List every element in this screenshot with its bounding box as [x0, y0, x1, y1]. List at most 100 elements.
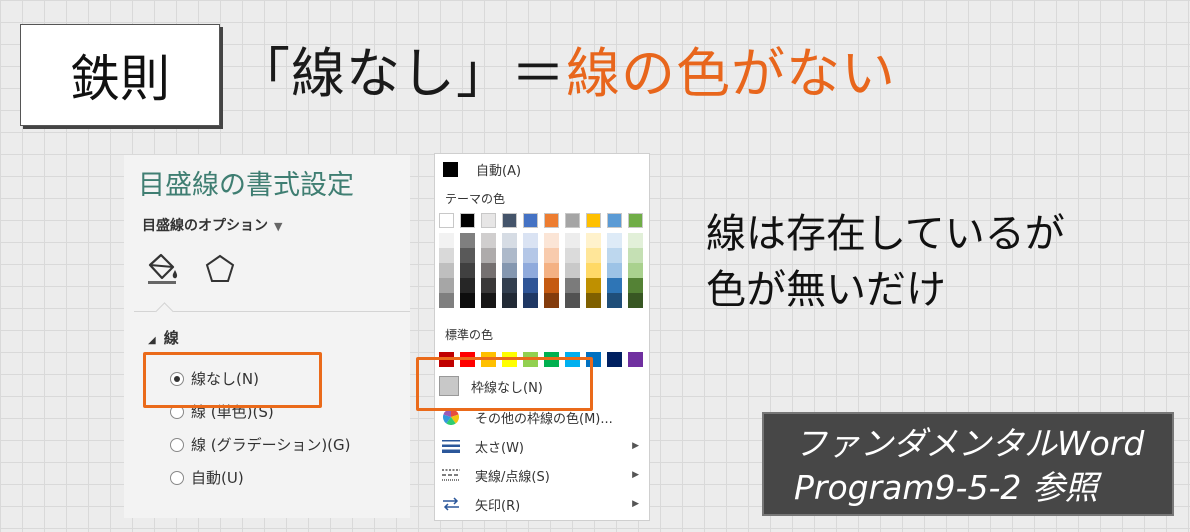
theme-color-column: [481, 213, 496, 308]
theme-shade-swatch[interactable]: [523, 278, 538, 293]
theme-shade-swatch[interactable]: [628, 293, 643, 308]
standard-color-swatch[interactable]: [628, 352, 643, 367]
theme-shade-swatch[interactable]: [565, 293, 580, 308]
line-section-label: 線: [163, 329, 179, 347]
theme-shade-swatch[interactable]: [439, 293, 454, 308]
theme-shade-swatch[interactable]: [565, 263, 580, 278]
theme-shade-swatch[interactable]: [502, 248, 517, 263]
theme-shade-swatch[interactable]: [502, 263, 517, 278]
pane-divider: [134, 311, 410, 312]
pane-tab-pointer: [155, 302, 174, 321]
menu-item-weight[interactable]: 太さ(W) ▶: [441, 435, 643, 457]
radio-gradient-line-label: 線 (グラデーション)(G): [191, 436, 351, 454]
theme-shade-swatch[interactable]: [586, 278, 601, 293]
theme-color-swatch[interactable]: [460, 213, 475, 228]
theme-shade-swatch[interactable]: [628, 278, 643, 293]
theme-color-swatch[interactable]: [544, 213, 559, 228]
radio-gradient-line[interactable]: 線 (グラデーション)(G): [170, 434, 351, 455]
reference-box: ファンダメンタルWord Program9-5-2 参照: [762, 412, 1174, 516]
radio-indicator: [170, 470, 184, 485]
automatic-label: 自動(A): [476, 164, 522, 179]
theme-color-swatch[interactable]: [439, 213, 454, 228]
dash-label: 実線/点線(S): [475, 469, 550, 485]
theme-shade-swatch[interactable]: [544, 233, 559, 248]
theme-shade-swatch[interactable]: [628, 233, 643, 248]
theme-color-swatch[interactable]: [607, 213, 622, 228]
theme-color-column: [460, 213, 475, 308]
theme-shade-swatch[interactable]: [460, 278, 475, 293]
theme-color-column: [628, 213, 643, 308]
note-line-1: 線は存在しているが: [706, 211, 1065, 257]
theme-shade-swatch[interactable]: [439, 248, 454, 263]
dash-style-icon: [442, 469, 460, 481]
paint-bucket-icon[interactable]: [144, 251, 182, 285]
theme-shade-swatch[interactable]: [523, 248, 538, 263]
standard-color-swatch[interactable]: [607, 352, 622, 367]
theme-shade-swatch[interactable]: [502, 233, 517, 248]
theme-shade-swatch[interactable]: [628, 248, 643, 263]
theme-shade-swatch[interactable]: [544, 248, 559, 263]
standard-colors-label: 標準の色: [445, 328, 494, 342]
theme-shade-swatch[interactable]: [544, 278, 559, 293]
explanation-note: 線は存在しているが 色が無いだけ: [706, 206, 1065, 318]
menu-item-arrow[interactable]: 矢印(R) ▶: [441, 493, 643, 515]
theme-shade-swatch[interactable]: [607, 233, 622, 248]
theme-shade-swatch[interactable]: [586, 263, 601, 278]
theme-shade-swatch[interactable]: [481, 263, 496, 278]
menu-item-dash[interactable]: 実線/点線(S) ▶: [441, 464, 643, 486]
highlight-no-line: [143, 352, 322, 408]
theme-shade-swatch[interactable]: [481, 248, 496, 263]
theme-shade-swatch[interactable]: [460, 248, 475, 263]
theme-color-swatch[interactable]: [565, 213, 580, 228]
theme-shade-swatch[interactable]: [481, 233, 496, 248]
theme-shade-swatch[interactable]: [586, 233, 601, 248]
theme-shade-swatch[interactable]: [565, 248, 580, 263]
menu-item-automatic[interactable]: 自動(A): [443, 160, 521, 179]
theme-shade-swatch[interactable]: [439, 278, 454, 293]
theme-color-swatch[interactable]: [628, 213, 643, 228]
radio-indicator: [170, 437, 184, 452]
color-wheel-icon: [443, 409, 459, 425]
theme-shade-swatch[interactable]: [607, 293, 622, 308]
theme-color-swatch[interactable]: [502, 213, 517, 228]
border-color-menu: 自動(A) テーマの色 標準の色 枠線なし(N) その他の枠線の色(M)... …: [434, 153, 650, 521]
theme-shade-swatch[interactable]: [607, 248, 622, 263]
theme-shade-swatch[interactable]: [628, 263, 643, 278]
theme-shade-swatch[interactable]: [460, 293, 475, 308]
collapse-triangle-icon: ◢: [148, 335, 156, 346]
theme-shade-swatch[interactable]: [586, 293, 601, 308]
theme-shade-swatch[interactable]: [502, 278, 517, 293]
submenu-arrow-icon: ▶: [632, 441, 639, 451]
reference-line-1: ファンダメンタルWord: [794, 424, 1145, 463]
theme-shade-swatch[interactable]: [565, 233, 580, 248]
submenu-arrow-icon: ▶: [632, 470, 639, 480]
theme-shade-swatch[interactable]: [502, 293, 517, 308]
theme-shade-swatch[interactable]: [607, 263, 622, 278]
theme-shade-swatch[interactable]: [460, 263, 475, 278]
theme-shade-swatch[interactable]: [523, 233, 538, 248]
theme-color-column: [607, 213, 622, 308]
theme-shade-swatch[interactable]: [544, 293, 559, 308]
headline-part2: 線の色がない: [566, 42, 896, 105]
line-section-header[interactable]: ◢ 線: [148, 327, 179, 348]
theme-color-swatch[interactable]: [586, 213, 601, 228]
theme-shade-swatch[interactable]: [439, 263, 454, 278]
theme-color-grid: [439, 213, 643, 308]
theme-shade-swatch[interactable]: [523, 293, 538, 308]
theme-colors-label: テーマの色: [445, 192, 506, 206]
radio-automatic[interactable]: 自動(U): [170, 467, 244, 488]
theme-shade-swatch[interactable]: [544, 263, 559, 278]
gridline-options-dropdown[interactable]: 目盛線のオプション ▼: [142, 215, 282, 235]
theme-color-swatch[interactable]: [523, 213, 538, 228]
theme-shade-swatch[interactable]: [481, 293, 496, 308]
theme-shade-swatch[interactable]: [565, 278, 580, 293]
theme-shade-swatch[interactable]: [460, 233, 475, 248]
theme-shade-swatch[interactable]: [439, 233, 454, 248]
theme-color-swatch[interactable]: [481, 213, 496, 228]
theme-shade-swatch[interactable]: [607, 278, 622, 293]
theme-shade-swatch[interactable]: [481, 278, 496, 293]
theme-shade-swatch[interactable]: [523, 263, 538, 278]
theme-color-column: [523, 213, 538, 308]
theme-shade-swatch[interactable]: [586, 248, 601, 263]
pentagon-icon[interactable]: [204, 253, 236, 285]
